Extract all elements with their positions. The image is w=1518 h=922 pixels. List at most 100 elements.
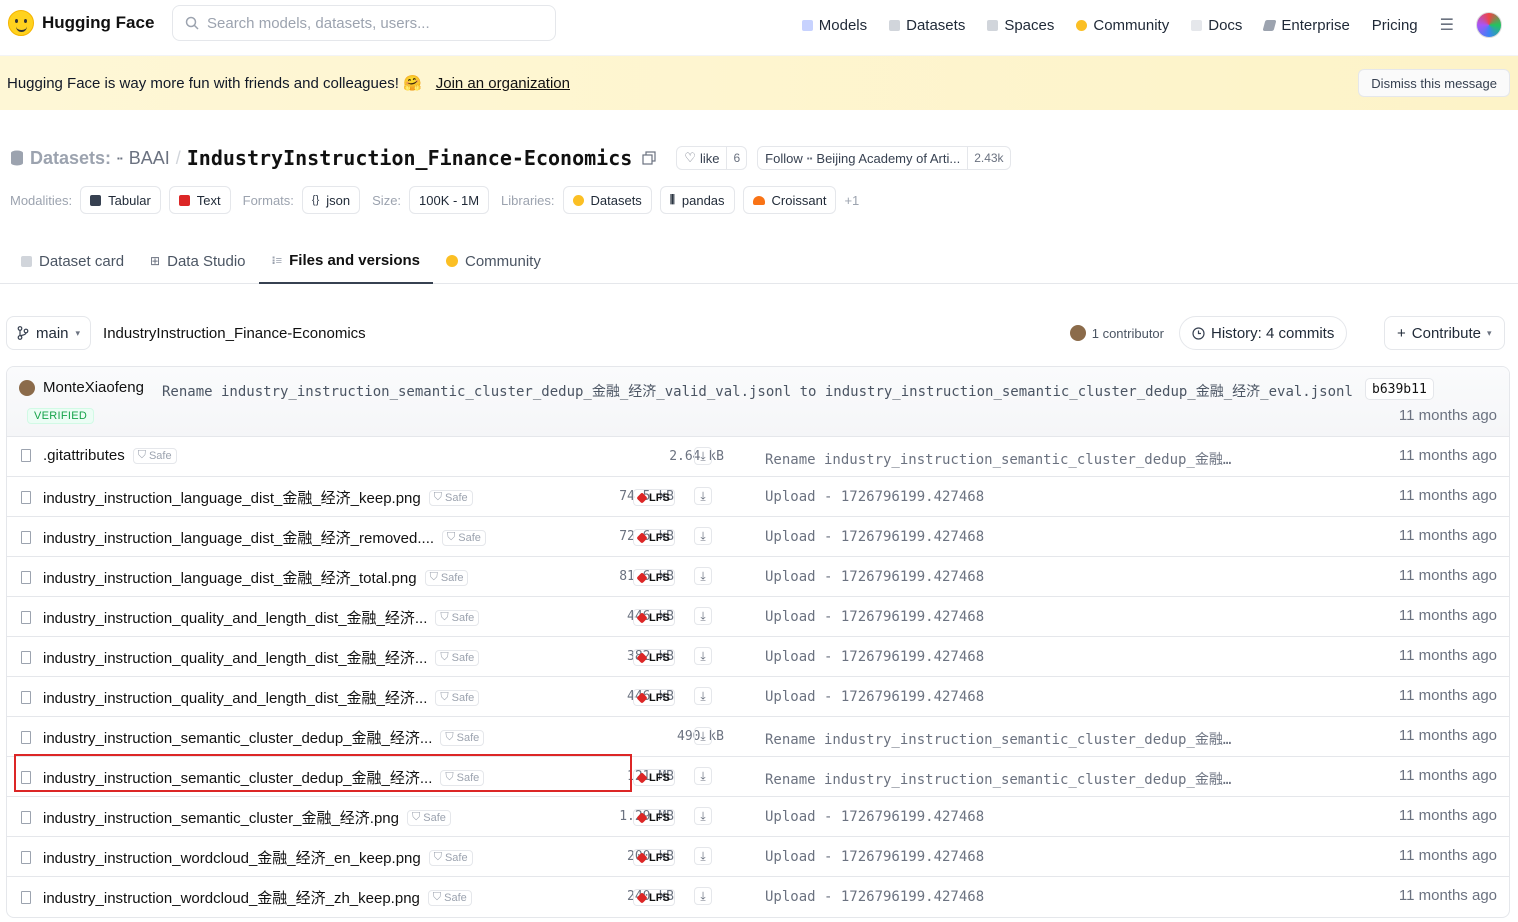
- safe-badge[interactable]: ⛉ Safe: [428, 849, 473, 866]
- lfs-badge[interactable]: LFS: [633, 569, 675, 586]
- download-button[interactable]: ⤓: [694, 487, 712, 505]
- nav-spaces[interactable]: Spaces: [987, 17, 1054, 34]
- tag-pandas[interactable]: ⫼ pandas: [659, 186, 735, 214]
- nav-pricing[interactable]: Pricing: [1372, 17, 1418, 34]
- repo-name[interactable]: IndustryInstruction_Finance-Economics: [187, 146, 633, 170]
- lfs-badge[interactable]: LFS: [633, 529, 675, 546]
- file-commit-message[interactable]: Rename industry_instruction_semantic_clu…: [765, 449, 1231, 469]
- file-name-cell[interactable]: industry_instruction_quality_and_length_…: [21, 607, 480, 628]
- safe-badge[interactable]: ⛉ Safe: [407, 809, 451, 826]
- file-name-cell[interactable]: industry_instruction_language_dist_金融_经济…: [21, 487, 473, 508]
- org-name[interactable]: BAAI: [129, 148, 170, 169]
- file-name-cell[interactable]: industry_instruction_semantic_cluster_金融…: [21, 807, 451, 828]
- file-name: industry_instruction_wordcloud_金融_经济_en_…: [43, 850, 421, 867]
- file-name-cell[interactable]: industry_instruction_quality_and_length_…: [21, 647, 480, 668]
- contribute-button[interactable]: + Contribute ▾: [1384, 316, 1505, 350]
- join-organization-link[interactable]: Join an organization: [436, 75, 570, 92]
- file-name-cell[interactable]: industry_instruction_wordcloud_金融_经济_en_…: [21, 847, 473, 868]
- file-commit-message[interactable]: Upload - 1726796199.427468: [765, 649, 984, 665]
- file-name-cell[interactable]: industry_instruction_language_dist_金融_经济…: [21, 567, 469, 588]
- tab-data-studio[interactable]: ⊞ Data Studio: [137, 238, 258, 284]
- safe-badge[interactable]: ⛉ Safe: [424, 569, 469, 586]
- lfs-badge[interactable]: LFS: [633, 769, 675, 786]
- file-commit-message[interactable]: Upload - 1726796199.427468: [765, 809, 984, 825]
- download-button[interactable]: ⤓: [694, 807, 712, 825]
- download-button[interactable]: ⤓: [694, 647, 712, 665]
- file-name-cell[interactable]: industry_instruction_semantic_cluster_de…: [21, 727, 485, 748]
- like-button[interactable]: ♡ like 6: [676, 146, 748, 170]
- tag-size[interactable]: 100K - 1M: [409, 186, 490, 214]
- file-commit-message[interactable]: Upload - 1726796199.427468: [765, 529, 984, 545]
- download-button[interactable]: ⤓: [694, 527, 712, 545]
- safe-badge[interactable]: ⛉ Safe: [435, 649, 480, 666]
- file-name-cell[interactable]: .gitattributes ⛉ Safe: [21, 447, 177, 464]
- tag-croissant[interactable]: Croissant: [742, 186, 837, 214]
- lfs-badge[interactable]: LFS: [633, 849, 675, 866]
- copy-icon[interactable]: [642, 151, 656, 165]
- nav-models[interactable]: Models: [801, 17, 867, 34]
- safe-badge[interactable]: ⛉ Safe: [427, 889, 472, 906]
- download-button[interactable]: ⤓: [694, 447, 712, 465]
- file-commit-message[interactable]: Upload - 1726796199.427468: [765, 849, 984, 865]
- more-libraries[interactable]: +1: [844, 193, 859, 208]
- download-button[interactable]: ⤓: [694, 887, 712, 905]
- search-box[interactable]: [172, 5, 556, 41]
- file-commit-message[interactable]: Rename industry_instruction_semantic_clu…: [765, 769, 1231, 789]
- search-input[interactable]: [207, 14, 537, 32]
- file-name-cell[interactable]: industry_instruction_language_dist_金融_经济…: [21, 527, 486, 548]
- commit-author[interactable]: MonteXiaofeng: [19, 379, 144, 396]
- file-name-cell[interactable]: industry_instruction_quality_and_length_…: [21, 687, 480, 708]
- history-button[interactable]: History: 4 commits: [1179, 316, 1348, 350]
- download-button[interactable]: ⤓: [694, 607, 712, 625]
- tag-json[interactable]: {} json: [301, 186, 361, 214]
- nav-community[interactable]: Community: [1076, 17, 1169, 34]
- table-row: industry_instruction_semantic_cluster_de…: [7, 757, 1509, 797]
- lfs-badge[interactable]: LFS: [633, 649, 675, 666]
- tag-datasets[interactable]: Datasets: [562, 186, 652, 214]
- follow-button[interactable]: Follow ▪▪ Beijing Academy of Arti... 2.43k: [757, 146, 1011, 170]
- file-commit-message[interactable]: Upload - 1726796199.427468: [765, 569, 984, 585]
- nav-docs[interactable]: Docs: [1191, 17, 1242, 34]
- safe-badge[interactable]: ⛉ Safe: [435, 689, 480, 706]
- brand-logo[interactable]: Hugging Face: [8, 10, 154, 36]
- file-commit-message[interactable]: Upload - 1726796199.427468: [765, 689, 984, 705]
- file-commit-message[interactable]: Upload - 1726796199.427468: [765, 609, 984, 625]
- tab-files-and-versions[interactable]: ⁝≡ Files and versions: [258, 238, 433, 284]
- file-commit-message[interactable]: Rename industry_instruction_semantic_clu…: [765, 729, 1231, 749]
- lfs-badge[interactable]: LFS: [633, 609, 675, 626]
- nav-enterprise[interactable]: Enterprise: [1262, 17, 1350, 34]
- lfs-badge[interactable]: LFS: [633, 689, 675, 706]
- download-button[interactable]: ⤓: [694, 767, 712, 785]
- file-commit-message[interactable]: Upload - 1726796199.427468: [765, 489, 984, 505]
- download-button[interactable]: ⤓: [694, 727, 712, 745]
- tag-text[interactable]: Text: [168, 186, 231, 214]
- branch-selector[interactable]: main ▾: [6, 316, 92, 350]
- safe-badge[interactable]: ⛉ Safe: [442, 529, 486, 546]
- contributors[interactable]: 1 contributor: [1069, 325, 1164, 341]
- file-name-cell[interactable]: industry_instruction_semantic_cluster_de…: [21, 767, 485, 788]
- user-avatar[interactable]: [1476, 12, 1502, 38]
- download-button[interactable]: ⤓: [694, 847, 712, 865]
- tag-tabular[interactable]: Tabular: [80, 186, 161, 214]
- lfs-badge[interactable]: LFS: [633, 809, 675, 826]
- commit-sha[interactable]: b639b11: [1365, 378, 1434, 400]
- tab-dataset-card[interactable]: Dataset card: [8, 238, 137, 284]
- file-name-cell[interactable]: industry_instruction_wordcloud_金融_经济_zh_…: [21, 887, 472, 908]
- safe-badge[interactable]: ⛉ Safe: [435, 609, 480, 626]
- safe-badge[interactable]: ⛉ Safe: [428, 489, 473, 506]
- download-button[interactable]: ⤓: [694, 567, 712, 585]
- grid-icon: ⊞: [150, 254, 161, 268]
- nav-datasets[interactable]: Datasets: [889, 17, 965, 34]
- lfs-badge[interactable]: LFS: [633, 489, 675, 506]
- file-commit-message[interactable]: Upload - 1726796199.427468: [765, 889, 984, 905]
- safe-badge[interactable]: ⛉ Safe: [440, 729, 485, 746]
- safe-badge[interactable]: ⛉ Safe: [440, 769, 485, 786]
- file-icon: [21, 731, 31, 744]
- dismiss-button[interactable]: Dismiss this message: [1358, 69, 1510, 97]
- lfs-badge[interactable]: LFS: [633, 889, 675, 906]
- tab-community[interactable]: Community: [433, 238, 554, 284]
- menu-icon[interactable]: ☰: [1440, 15, 1454, 35]
- download-button[interactable]: ⤓: [694, 687, 712, 705]
- safe-badge[interactable]: ⛉ Safe: [132, 447, 177, 464]
- commit-message[interactable]: Rename industry_instruction_semantic_clu…: [162, 381, 1353, 401]
